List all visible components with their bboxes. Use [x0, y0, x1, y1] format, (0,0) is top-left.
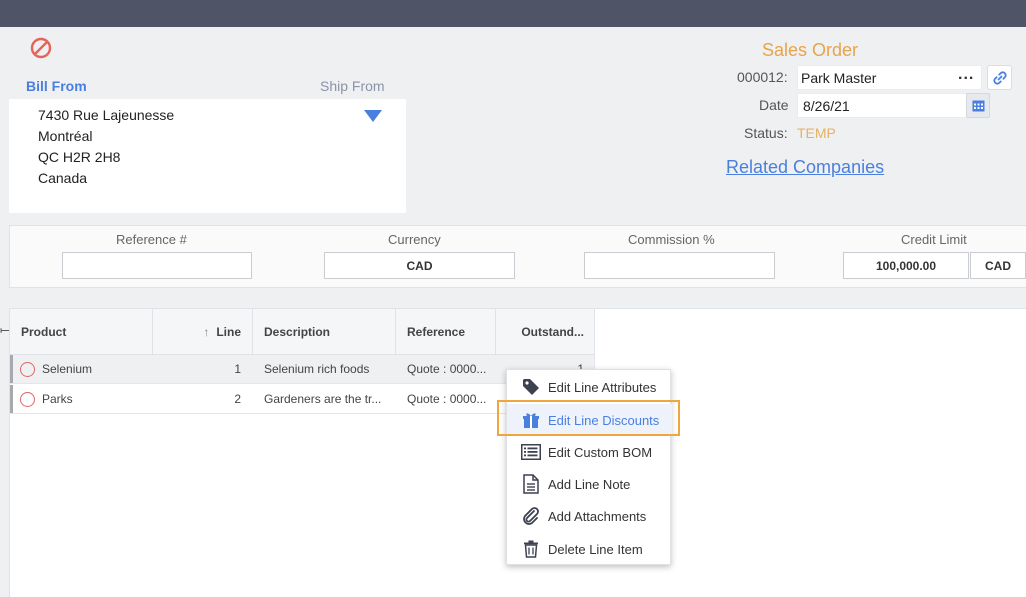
tab-ship-from[interactable]: Ship From — [320, 78, 385, 94]
more-button[interactable]: ... — [958, 66, 974, 84]
cell-description: Selenium rich foods — [264, 362, 370, 376]
list-icon — [521, 442, 541, 462]
currency-label: Currency — [388, 232, 441, 247]
cell-line: 2 — [234, 392, 241, 406]
address-line: Canada — [38, 170, 88, 186]
date-field[interactable]: 8/26/21 — [797, 93, 967, 118]
status-circle-icon — [20, 392, 35, 407]
address-line: QC H2R 2H8 — [38, 149, 121, 165]
menu-item-label: Delete Line Item — [548, 541, 643, 557]
context-menu: Edit Line Attributes Edit Line Discounts… — [506, 369, 672, 565]
menu-item-edit-line-attributes[interactable]: Edit Line Attributes — [507, 371, 672, 403]
tab-bill-from[interactable]: Bill From — [26, 78, 87, 94]
address-line: Montréal — [38, 128, 93, 144]
row-marker — [10, 355, 13, 383]
date-label: Date — [759, 97, 789, 113]
credit-currency-select[interactable]: CAD — [970, 252, 1026, 279]
link-icon — [992, 70, 1007, 85]
reference-input[interactable] — [62, 252, 252, 279]
top-bar — [0, 0, 1026, 27]
menu-item-delete-line-item[interactable]: Delete Line Item — [507, 533, 672, 565]
menu-item-add-attachments[interactable]: Add Attachments — [507, 500, 672, 532]
cell-reference: Quote : 0000... — [407, 392, 487, 406]
menu-item-add-line-note[interactable]: Add Line Note — [507, 468, 672, 500]
calendar-icon — [972, 100, 984, 112]
cell-product: Parks — [42, 392, 73, 406]
cell-line: 1 — [234, 362, 241, 376]
column-line[interactable]: ↑ Line — [153, 309, 253, 354]
grid-header: Product ↑ Line Description Reference Out… — [10, 309, 595, 355]
related-companies-link[interactable]: Related Companies — [726, 157, 884, 178]
no-entry-icon[interactable] — [29, 36, 53, 60]
row-marker — [10, 385, 13, 413]
address-panel: 7430 Rue Lajeunesse Montréal QC H2R 2H8 … — [9, 99, 406, 213]
status-label: Status: — [744, 125, 788, 141]
sort-asc-icon: ↑ — [203, 324, 210, 339]
paperclip-icon — [521, 506, 541, 526]
trash-icon — [521, 539, 541, 559]
menu-item-edit-custom-bom[interactable]: Edit Custom BOM — [507, 436, 672, 468]
reference-label: Reference # — [116, 232, 187, 247]
column-description[interactable]: Description — [253, 309, 396, 354]
customer-field[interactable]: Park Master — [797, 65, 982, 90]
menu-item-label: Edit Line Attributes — [548, 379, 657, 395]
calendar-button[interactable] — [966, 93, 990, 118]
column-reference[interactable]: Reference — [396, 309, 496, 354]
currency-select[interactable]: CAD — [324, 252, 515, 279]
commission-input[interactable] — [584, 252, 775, 279]
credit-limit-label: Credit Limit — [901, 232, 967, 247]
triangle-down-icon[interactable] — [364, 109, 382, 123]
commission-label: Commission % — [628, 232, 715, 247]
highlight-frame — [497, 400, 680, 436]
menu-item-label: Add Line Note — [548, 476, 631, 492]
order-number-label: 000012: — [737, 69, 788, 85]
address-line: 7430 Rue Lajeunesse — [38, 107, 175, 123]
status-value: TEMP — [797, 125, 836, 141]
credit-limit-input[interactable]: 100,000.00 — [843, 252, 969, 279]
cell-product: Selenium — [42, 362, 93, 376]
menu-item-label: Add Attachments — [548, 508, 647, 524]
column-product[interactable]: Product — [10, 309, 153, 354]
link-button[interactable] — [987, 65, 1012, 90]
cell-description: Gardeners are the tr... — [264, 392, 382, 406]
column-outstanding[interactable]: Outstand... — [496, 309, 595, 354]
document-icon — [521, 474, 541, 494]
status-circle-icon — [20, 362, 35, 377]
page-title: Sales Order — [762, 40, 859, 60]
column-line-label: Line — [216, 324, 241, 339]
cell-reference: Quote : 0000... — [407, 362, 487, 376]
menu-item-label: Edit Custom BOM — [548, 444, 653, 460]
tag-icon — [521, 377, 541, 397]
